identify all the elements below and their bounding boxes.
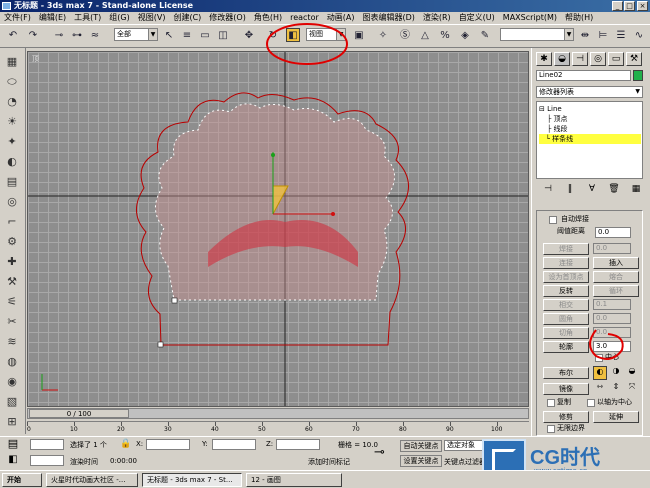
taskbar-item-paint[interactable]: 12 - 画图 xyxy=(246,473,342,487)
taskbar-item-3dsmax[interactable]: 无标题 - 3ds max 7 - St... xyxy=(142,473,242,487)
start-label: 开始 xyxy=(7,476,21,484)
windows-taskbar: 开始 火星时代动画大社区 -... 无标题 - 3ds max 7 - St..… xyxy=(0,470,650,488)
start-button[interactable]: 开始 xyxy=(2,473,42,487)
taskbar-item-browser[interactable]: 火星时代动画大社区 -... xyxy=(46,473,138,487)
watermark-brand: CG时代 xyxy=(530,447,600,469)
red-annotation-overlay xyxy=(266,23,624,360)
